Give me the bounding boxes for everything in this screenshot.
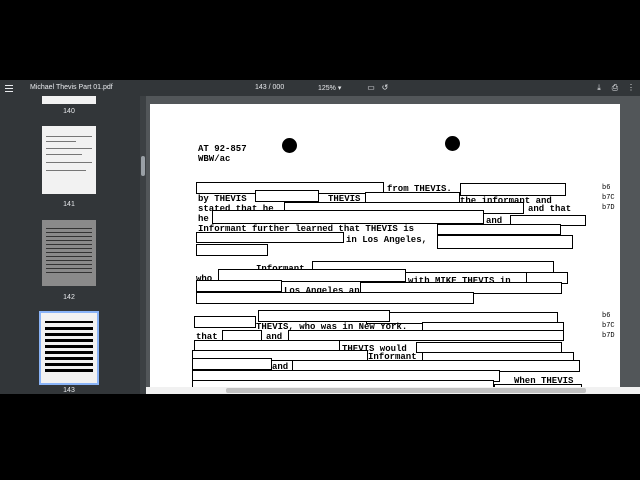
punch-hole bbox=[445, 136, 460, 151]
viewer-toolbar: Michael Thevis Part 01.pdf 143 / 000 125… bbox=[0, 80, 640, 96]
exemption-code: b7C bbox=[602, 322, 615, 330]
thumbnail-label: 143 bbox=[63, 387, 75, 394]
exemption-code: b7C bbox=[602, 194, 615, 202]
doc-line: by THEVIS bbox=[198, 194, 247, 204]
thumbnail-label: 142 bbox=[63, 294, 75, 301]
scrollbar-thumb[interactable] bbox=[226, 388, 586, 393]
page-indicator[interactable]: 143 / 000 bbox=[255, 84, 284, 91]
thumbnail-141[interactable] bbox=[42, 126, 96, 194]
redaction-box bbox=[212, 210, 484, 224]
redaction-box bbox=[192, 358, 272, 370]
doc-line: and that bbox=[528, 204, 572, 214]
punch-hole bbox=[282, 138, 297, 153]
exemption-code: b6 bbox=[602, 184, 611, 192]
thumbnail-label: 141 bbox=[63, 201, 75, 208]
doc-line: he bbox=[198, 214, 209, 224]
scrollbar-thumb[interactable] bbox=[141, 156, 145, 176]
thumbnail-label: 140 bbox=[63, 108, 75, 115]
download-icon[interactable]: ⤓ bbox=[594, 83, 604, 93]
thumbnail-143[interactable] bbox=[39, 311, 99, 385]
redaction-box bbox=[437, 235, 573, 249]
redaction-box bbox=[255, 190, 319, 202]
horizontal-scrollbar[interactable] bbox=[146, 387, 640, 394]
redaction-box bbox=[460, 183, 566, 196]
document-title: Michael Thevis Part 01.pdf bbox=[30, 84, 113, 91]
redaction-box bbox=[196, 292, 474, 304]
pdf-viewer: Michael Thevis Part 01.pdf 143 / 000 125… bbox=[0, 80, 640, 394]
redaction-box bbox=[196, 244, 268, 256]
zoom-level[interactable]: 125% ▾ bbox=[318, 84, 341, 92]
current-page[interactable]: 143 bbox=[255, 84, 267, 91]
thumbnail-142[interactable] bbox=[42, 220, 96, 286]
redaction-box bbox=[437, 224, 561, 235]
rotate-icon[interactable]: ↺ bbox=[380, 83, 390, 93]
document-page: AT 92-857 WBW/ac from THEVIS. by THEVIS … bbox=[150, 104, 620, 394]
redaction-box bbox=[196, 280, 282, 292]
thumbnail-sidebar: 140 141 142 143 bbox=[0, 96, 140, 394]
doc-line: in Los Angeles, bbox=[346, 235, 428, 245]
redaction-box bbox=[258, 310, 390, 322]
exemption-code: b7D bbox=[602, 332, 615, 340]
thumbnail-140[interactable] bbox=[42, 96, 96, 104]
print-icon[interactable]: ⎙ bbox=[610, 83, 620, 93]
menu-icon[interactable] bbox=[4, 83, 14, 93]
sidebar-scrollbar[interactable] bbox=[140, 96, 146, 394]
total-pages: 000 bbox=[272, 84, 285, 91]
exemption-code: b7D bbox=[602, 204, 615, 212]
initials: WBW/ac bbox=[198, 154, 231, 164]
zoom-value: 125% bbox=[318, 85, 336, 92]
fit-page-icon[interactable]: ▭ bbox=[366, 83, 376, 93]
redaction-box bbox=[194, 316, 256, 328]
more-icon[interactable]: ⋮ bbox=[626, 83, 636, 93]
file-number: AT 92-857 bbox=[198, 144, 247, 154]
exemption-code: b6 bbox=[602, 312, 611, 320]
redaction-box bbox=[196, 232, 344, 243]
